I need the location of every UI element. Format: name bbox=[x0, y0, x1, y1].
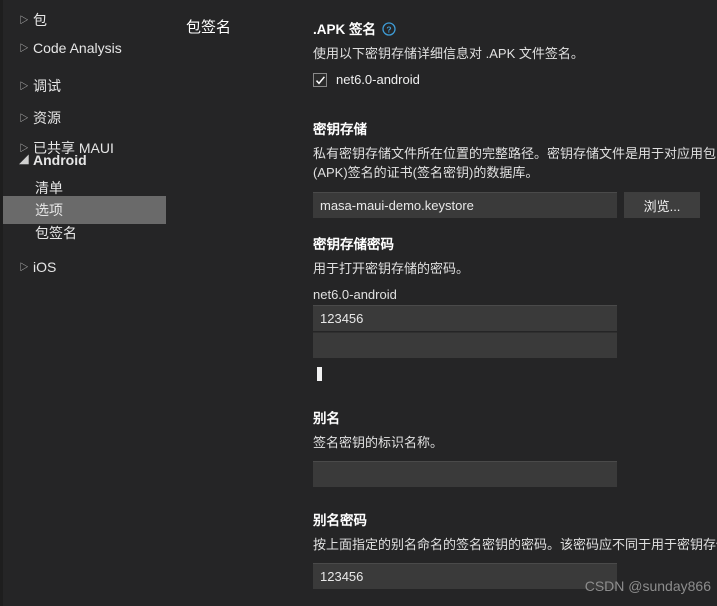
sidebar-item-debug[interactable]: ▷ 调试 bbox=[3, 72, 166, 100]
alias-password-title: 别名密码 bbox=[313, 509, 717, 529]
chevron-right-icon: ▷ bbox=[19, 261, 29, 272]
alias-input[interactable] bbox=[313, 461, 617, 487]
chevron-down-icon: ◢ bbox=[19, 154, 29, 165]
target-framework-checkbox[interactable] bbox=[313, 72, 327, 87]
keystore-section: 密钥存储 私有密钥存储文件所在位置的完整路径。密钥存储文件是用于对应用包(APK… bbox=[313, 118, 717, 218]
chevron-right-icon: ▷ bbox=[19, 14, 29, 25]
sidebar-item-label: 资源 bbox=[33, 110, 61, 126]
alias-description: 签名密钥的标识名称。 bbox=[313, 435, 444, 450]
sidebar-item-label: 包 bbox=[33, 12, 47, 28]
sidebar-item-package[interactable]: ▷ 包 bbox=[3, 6, 166, 34]
checkmark-icon bbox=[315, 75, 325, 85]
keystore-password-title: 密钥存储密码 bbox=[313, 233, 717, 253]
text-caret bbox=[317, 367, 322, 381]
sidebar-item-label: 选项 bbox=[35, 202, 63, 218]
apk-signing-section: .APK 签名 ? 使用以下密钥存储详细信息对 .APK 文件签名。 net6.… bbox=[313, 18, 717, 87]
sidebar-item-label: 调试 bbox=[33, 78, 61, 94]
alias-title-text: 别名 bbox=[313, 411, 340, 426]
sidebar-item-code-analysis[interactable]: ▷ Code Analysis bbox=[3, 34, 166, 62]
keystore-password-framework-label: net6.0-android bbox=[313, 287, 397, 302]
alias-section: 别名 签名密钥的标识名称。 bbox=[313, 407, 717, 487]
help-circle-icon[interactable]: ? bbox=[382, 22, 396, 36]
target-framework-checkbox-label: net6.0-android bbox=[336, 72, 420, 87]
alias-password-section: 别名密码 按上面指定的别名命名的签名密钥的密码。该密码应不同于用于密钥存储的密码… bbox=[313, 509, 717, 589]
svg-text:?: ? bbox=[386, 24, 391, 34]
keystore-title: 密钥存储 bbox=[313, 118, 717, 138]
keystore-password-input[interactable] bbox=[313, 305, 617, 331]
sidebar-item-label: Android bbox=[33, 152, 87, 168]
apk-signing-title: .APK 签名 ? bbox=[313, 18, 717, 38]
chevron-right-icon: ▷ bbox=[19, 42, 29, 53]
sidebar-item-label: Code Analysis bbox=[33, 40, 122, 56]
keystore-path-input[interactable] bbox=[313, 192, 617, 218]
chevron-right-icon: ▷ bbox=[19, 80, 29, 91]
watermark: CSDN @sunday866 bbox=[584, 578, 711, 594]
page-title: 包签名 bbox=[186, 19, 232, 36]
chevron-right-icon: ▷ bbox=[19, 112, 29, 123]
alias-password-description: 按上面指定的别名命名的签名密钥的密码。该密码应不同于用于密钥存储的密码。 bbox=[313, 537, 717, 552]
alias-password-input[interactable] bbox=[313, 563, 617, 589]
sidebar-item-label: 清单 bbox=[35, 180, 63, 196]
sidebar-item-label: 包签名 bbox=[35, 225, 77, 241]
sidebar-item-ios[interactable]: ▷ iOS bbox=[3, 253, 166, 281]
properties-window: ▷ 包 ▷ Code Analysis ▷ 调试 ▷ 资源 ▷ 已共享 MAUI… bbox=[0, 0, 717, 606]
sidebar-item-android[interactable]: ◢ Android bbox=[3, 146, 166, 174]
keystore-description: 私有密钥存储文件所在位置的完整路径。密钥存储文件是用于对应用包(APK)签名的证… bbox=[313, 146, 717, 180]
keystore-password-title-text: 密钥存储密码 bbox=[313, 237, 394, 252]
sidebar-item-label: iOS bbox=[33, 259, 57, 275]
sidebar-item-package-signing[interactable]: 包签名 bbox=[3, 219, 166, 247]
alias-password-title-text: 别名密码 bbox=[313, 513, 367, 528]
keystore-title-text: 密钥存储 bbox=[313, 122, 367, 137]
settings-content-pane: .APK 签名 ? 使用以下密钥存储详细信息对 .APK 文件签名。 net6.… bbox=[313, 0, 717, 606]
apk-signing-title-text: .APK 签名 bbox=[313, 22, 377, 37]
target-framework-checkbox-row[interactable]: net6.0-android bbox=[313, 72, 717, 87]
alias-title: 别名 bbox=[313, 407, 717, 427]
apk-signing-description: 使用以下密钥存储详细信息对 .APK 文件签名。 bbox=[313, 46, 584, 61]
keystore-password-description: 用于打开密钥存储的密码。 bbox=[313, 261, 470, 276]
keystore-browse-button[interactable]: 浏览... bbox=[624, 192, 700, 218]
keystore-password-secondary-input[interactable] bbox=[313, 332, 617, 358]
sidebar-item-resources[interactable]: ▷ 资源 bbox=[3, 104, 166, 132]
properties-navigation-tree: ▷ 包 ▷ Code Analysis ▷ 调试 ▷ 资源 ▷ 已共享 MAUI… bbox=[3, 0, 175, 606]
keystore-password-section: 密钥存储密码 用于打开密钥存储的密码。 net6.0-android bbox=[313, 233, 717, 381]
